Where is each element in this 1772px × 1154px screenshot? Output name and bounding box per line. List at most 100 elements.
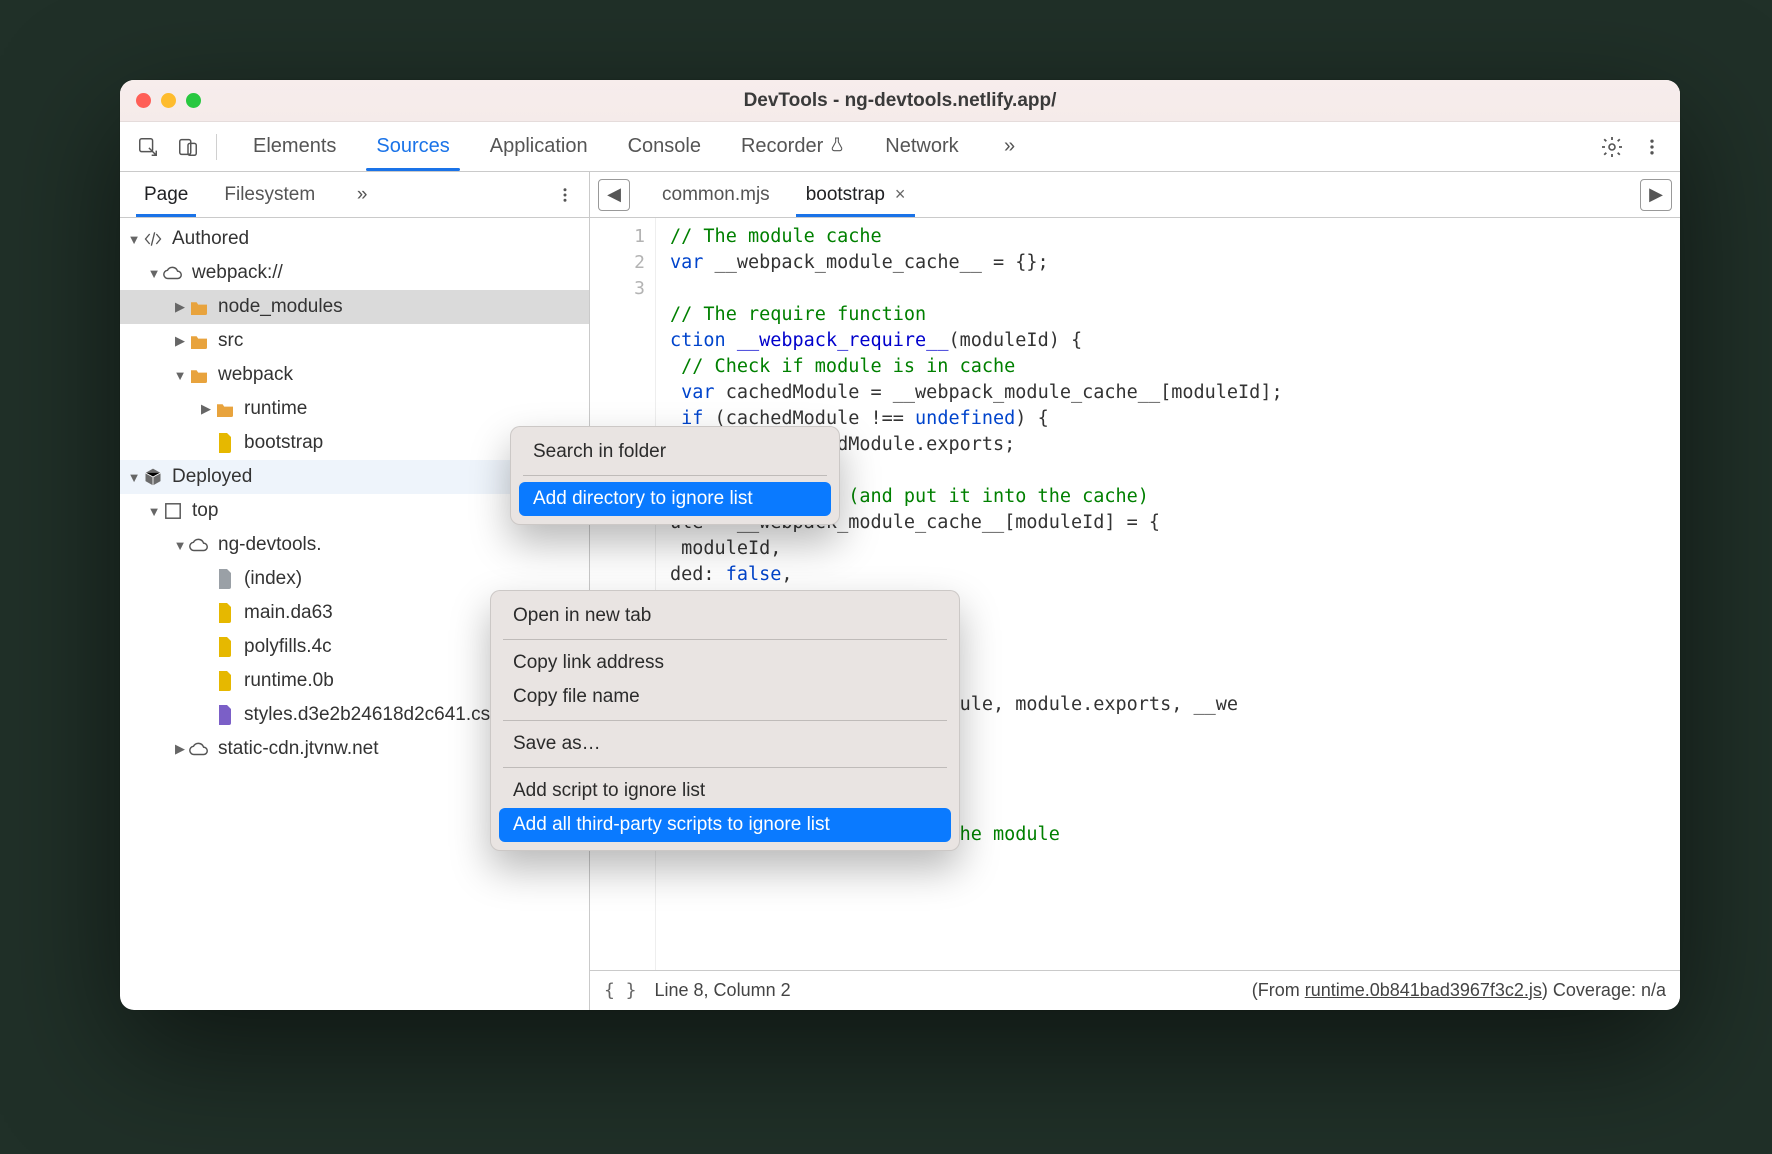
tab-label: Application xyxy=(490,135,588,158)
tree-item-ng-devtools[interactable]: ▼ ng-devtools. xyxy=(120,528,589,562)
chevron-double-right-icon: » xyxy=(351,184,373,206)
settings-gear-icon[interactable] xyxy=(1594,129,1630,165)
more-tabs-button[interactable]: » xyxy=(979,122,1041,171)
tree-group-authored[interactable]: ▼ Authored xyxy=(120,222,589,256)
tree-label: Deployed xyxy=(172,466,252,488)
tree-label: Authored xyxy=(172,228,249,250)
zoom-window-button[interactable] xyxy=(186,93,201,108)
file-context-menu: Open in new tab Copy link address Copy f… xyxy=(490,590,960,851)
tree-label: node_modules xyxy=(218,296,343,318)
ctx-open-new-tab[interactable]: Open in new tab xyxy=(499,599,951,633)
braces-icon[interactable]: { } xyxy=(604,980,637,1001)
nav-forward-button[interactable]: ▶ xyxy=(1640,179,1672,211)
tab-label: Network xyxy=(885,135,958,158)
folder-icon xyxy=(214,398,236,420)
ctx-save-as[interactable]: Save as… xyxy=(499,727,951,761)
sidebar-tab-filesystem[interactable]: Filesystem xyxy=(206,172,333,217)
folder-open-icon xyxy=(188,364,210,386)
chevron-right-icon: ▶ xyxy=(172,741,188,757)
triangle-left-icon: ◀ xyxy=(607,184,621,205)
tree-label: bootstrap xyxy=(244,432,323,454)
devtools-window: DevTools - ng-devtools.netlify.app/ Elem… xyxy=(120,80,1680,1010)
chevron-down-icon: ▼ xyxy=(126,232,142,247)
tree-label: runtime xyxy=(244,398,307,420)
editor-status-bar: { } Line 8, Column 2 (From runtime.0b841… xyxy=(590,970,1680,1010)
chevron-down-icon: ▼ xyxy=(146,266,162,281)
tree-label: src xyxy=(218,330,243,352)
source-origin-link[interactable]: runtime.0b841bad3967f3c2.js xyxy=(1305,980,1542,1000)
inspect-element-icon[interactable] xyxy=(130,129,166,165)
kebab-menu-icon[interactable] xyxy=(1634,129,1670,165)
tree-label: ng-devtools. xyxy=(218,534,322,556)
tab-sources[interactable]: Sources xyxy=(356,122,469,171)
tab-label: Console xyxy=(628,135,701,158)
tree-label: (index) xyxy=(244,568,302,590)
tab-application[interactable]: Application xyxy=(470,122,608,171)
tree-label: runtime.0b xyxy=(244,670,334,692)
cursor-position: Line 8, Column 2 xyxy=(655,980,791,1001)
cloud-icon xyxy=(188,738,210,760)
separator xyxy=(523,475,827,476)
chevron-down-icon: ▼ xyxy=(126,470,142,485)
package-icon xyxy=(142,466,164,488)
ctx-copy-link-address[interactable]: Copy link address xyxy=(499,646,951,680)
tree-item-webpack-folder[interactable]: ▼ webpack xyxy=(120,358,589,392)
tree-label: polyfills.4c xyxy=(244,636,332,658)
tab-console[interactable]: Console xyxy=(608,122,721,171)
tree-item-runtime-folder[interactable]: ▶ runtime xyxy=(120,392,589,426)
file-icon xyxy=(214,602,236,624)
main-tabs: Elements Sources Application Console Rec… xyxy=(233,122,1041,171)
frame-icon xyxy=(162,500,184,522)
ctx-copy-file-name[interactable]: Copy file name xyxy=(499,680,951,714)
window-controls xyxy=(136,93,201,108)
file-icon xyxy=(214,670,236,692)
tab-label: Page xyxy=(144,184,188,206)
tab-label: Filesystem xyxy=(224,184,315,206)
close-tab-icon[interactable]: × xyxy=(895,184,906,205)
editor-tabs: ◀ common.mjs bootstrap × ▶ xyxy=(590,172,1680,218)
tab-elements[interactable]: Elements xyxy=(233,122,356,171)
editor-tab-common-mjs[interactable]: common.mjs xyxy=(644,172,788,217)
main-toolbar: Elements Sources Application Console Rec… xyxy=(120,122,1680,172)
tree-item-webpack-scheme[interactable]: ▼ webpack:// xyxy=(120,256,589,290)
tab-label: Elements xyxy=(253,135,336,158)
tree-label: webpack xyxy=(218,364,293,386)
separator xyxy=(503,720,947,721)
separator xyxy=(216,134,217,160)
chevron-right-icon: ▶ xyxy=(172,333,188,349)
tab-recorder[interactable]: Recorder xyxy=(721,122,865,171)
window-title: DevTools - ng-devtools.netlify.app/ xyxy=(120,90,1680,112)
tab-label: common.mjs xyxy=(662,184,770,206)
folder-icon xyxy=(188,330,210,352)
sidebar-tab-page[interactable]: Page xyxy=(126,172,206,217)
sidebar-kebab-icon[interactable] xyxy=(547,177,583,213)
code-icon xyxy=(142,228,164,250)
ctx-add-directory-ignore[interactable]: Add directory to ignore list xyxy=(519,482,831,516)
nav-back-button[interactable]: ◀ xyxy=(598,179,630,211)
close-window-button[interactable] xyxy=(136,93,151,108)
flask-icon xyxy=(829,135,845,158)
chevron-down-icon: ▼ xyxy=(146,504,162,519)
file-icon xyxy=(214,636,236,658)
tab-label: bootstrap xyxy=(806,184,885,206)
file-icon xyxy=(214,704,236,726)
separator xyxy=(503,767,947,768)
tree-item-src[interactable]: ▶ src xyxy=(120,324,589,358)
cloud-icon xyxy=(188,534,210,556)
editor-tab-bootstrap[interactable]: bootstrap × xyxy=(788,172,924,217)
chevron-down-icon: ▼ xyxy=(172,538,188,553)
tree-label: webpack:// xyxy=(192,262,283,284)
separator xyxy=(503,639,947,640)
ctx-add-all-third-party-ignore[interactable]: Add all third-party scripts to ignore li… xyxy=(499,808,951,842)
file-icon xyxy=(214,568,236,590)
device-toolbar-icon[interactable] xyxy=(170,129,206,165)
tab-network[interactable]: Network xyxy=(865,122,978,171)
ctx-add-script-ignore[interactable]: Add script to ignore list xyxy=(499,774,951,808)
sidebar-more-tabs[interactable]: » xyxy=(333,172,391,217)
ctx-search-in-folder[interactable]: Search in folder xyxy=(519,435,831,469)
cloud-icon xyxy=(162,262,184,284)
minimize-window-button[interactable] xyxy=(161,93,176,108)
triangle-right-icon: ▶ xyxy=(1649,184,1663,205)
tree-item-node-modules[interactable]: ▶ node_modules xyxy=(120,290,589,324)
source-origin: (From runtime.0b841bad3967f3c2.js) Cover… xyxy=(1252,980,1666,1001)
